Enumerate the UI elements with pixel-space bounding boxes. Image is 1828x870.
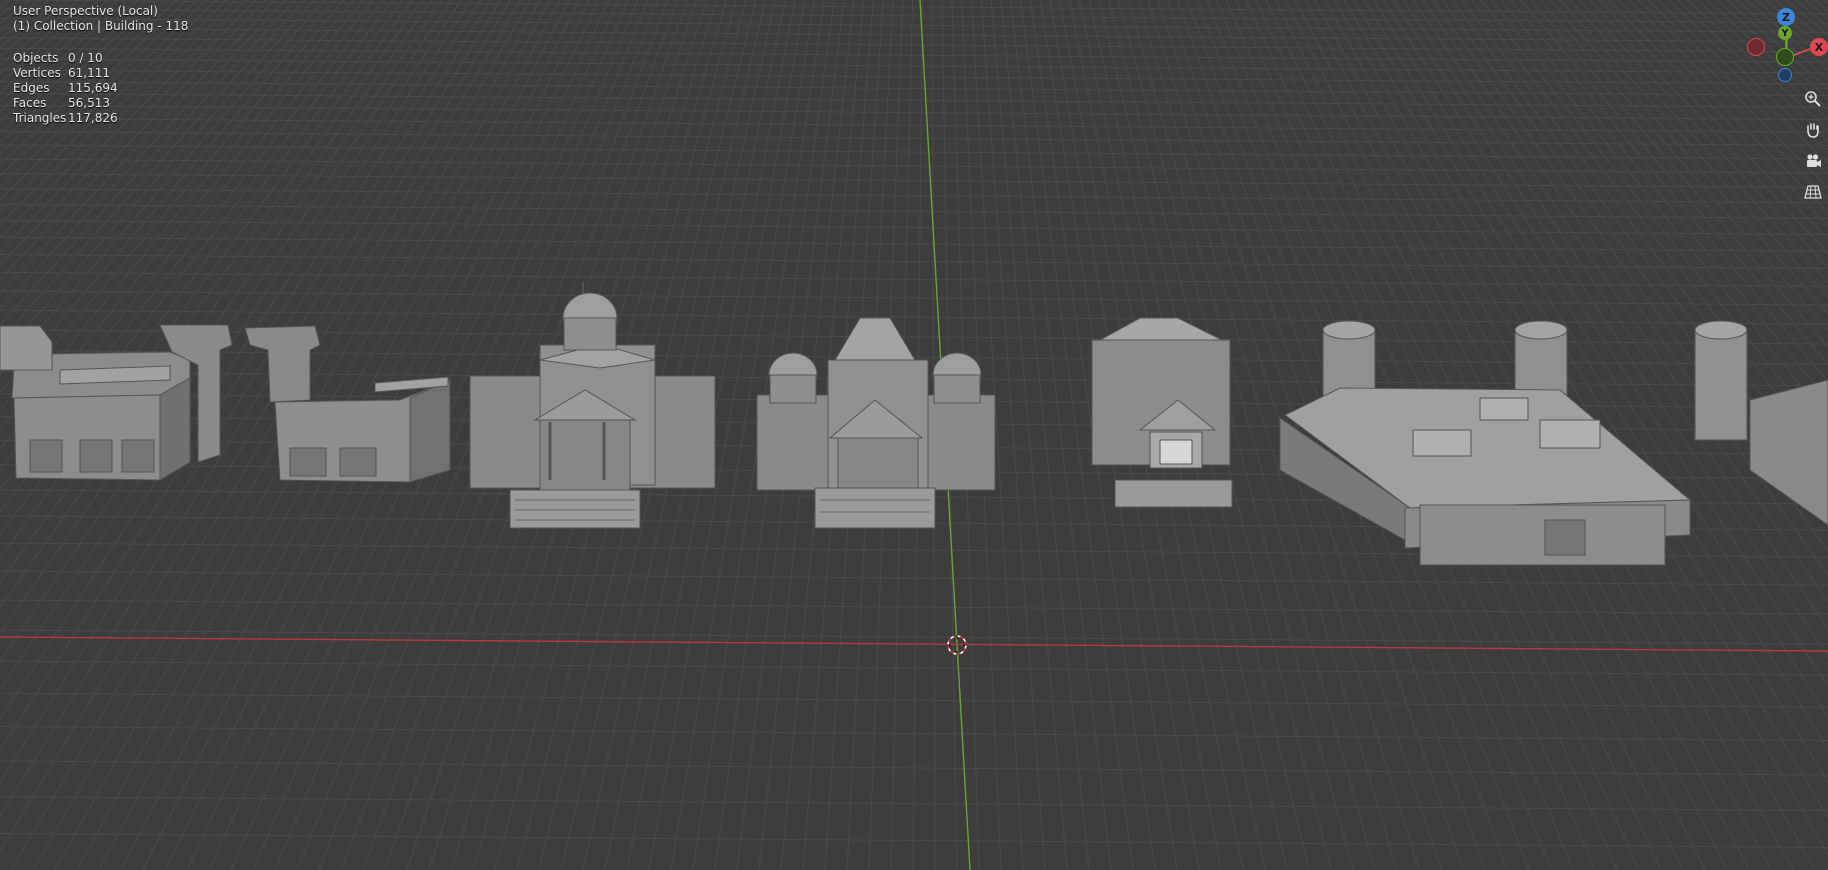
- grid-line: [0, 188, 1828, 204]
- ortho-toggle-button[interactable]: [1800, 179, 1826, 205]
- gizmo-x-axis[interactable]: X: [1810, 38, 1828, 56]
- navigation-gizmo[interactable]: Z Y X: [1740, 6, 1828, 86]
- viewport-header-info: User Perspective (Local) (1) Collection …: [13, 4, 188, 34]
- grid-line: [0, 69, 1828, 85]
- stat-faces: Faces 56,513: [13, 96, 110, 110]
- zoom-icon: [1805, 91, 1821, 107]
- grid-line: [0, 660, 1828, 676]
- grid-line: [0, 47, 1828, 63]
- gizmo-neg-x-axis[interactable]: [1747, 38, 1765, 56]
- gizmo-z-axis[interactable]: Z: [1777, 8, 1795, 26]
- view-name: User Perspective (Local): [13, 4, 158, 18]
- camera-icon: [1807, 154, 1821, 167]
- grid-line: [0, 236, 1828, 252]
- hand-pan-icon: [1807, 123, 1819, 138]
- grid-line: [0, 92, 1828, 108]
- zoom-button[interactable]: [1800, 86, 1826, 112]
- active-collection: (1) Collection | Building - 118: [13, 19, 189, 33]
- building-capitol-single-dome[interactable]: [469, 282, 716, 529]
- grid-line: [0, 832, 1828, 848]
- gizmo-neg-y-axis[interactable]: [1776, 48, 1794, 66]
- grid-ortho-icon: [1804, 185, 1822, 199]
- building-twin-dome[interactable]: [756, 317, 996, 529]
- pan-button[interactable]: [1800, 117, 1826, 143]
- grid-line: [0, 570, 1828, 586]
- grid-line: [0, 290, 1828, 306]
- grid-line: [0, 599, 1828, 615]
- grid-line: [0, 105, 1828, 121]
- grid-line: [0, 80, 1828, 96]
- grid-line: [0, 203, 1828, 219]
- stat-vertices: Vertices 61,111: [13, 66, 110, 80]
- 3d-viewport[interactable]: User Perspective (Local) (1) Collection …: [0, 0, 1828, 870]
- stat-edges: Edges 115,694: [13, 81, 118, 95]
- grid-line: [0, 692, 1828, 708]
- gizmo-neg-z-axis[interactable]: [1778, 68, 1792, 82]
- scene-statistics: Objects 0 / 10 Vertices 61,111 Edges 115…: [13, 51, 118, 126]
- camera-view-button[interactable]: [1800, 148, 1826, 174]
- grid-line: [0, 629, 1828, 645]
- stat-triangles: Triangles 117,826: [13, 111, 118, 125]
- building-warehouse-towers[interactable]: [0, 324, 451, 483]
- gizmo-y-axis[interactable]: Y: [1778, 26, 1792, 40]
- grid-line: [0, 173, 1828, 189]
- grid-line: [0, 254, 1828, 270]
- building-factory[interactable]: [1279, 320, 1828, 566]
- building-small-hall[interactable]: [1091, 317, 1233, 508]
- stat-objects: Objects 0 / 10: [13, 51, 103, 65]
- viewport-grid: [0, 0, 1828, 870]
